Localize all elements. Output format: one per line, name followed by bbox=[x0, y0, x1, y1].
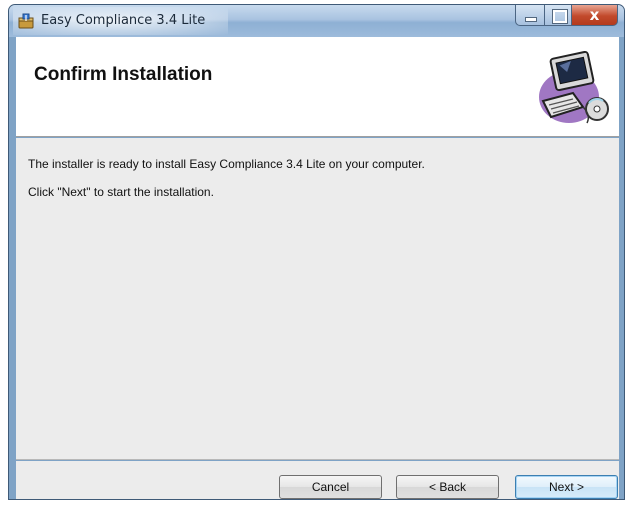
title-bar[interactable]: Easy Compliance 3.4 Lite x bbox=[9, 5, 624, 37]
wizard-footer: Cancel < Back Next > bbox=[16, 461, 619, 499]
minimize-button[interactable] bbox=[515, 5, 544, 26]
page-title: Confirm Installation bbox=[34, 64, 213, 85]
instruction-message: Click "Next" to start the installation. bbox=[28, 185, 214, 199]
wizard-header: Confirm Installation bbox=[16, 37, 619, 137]
ready-message: The installer is ready to install Easy C… bbox=[28, 157, 425, 171]
installer-app-icon[interactable] bbox=[17, 12, 35, 30]
wizard-content: The installer is ready to install Easy C… bbox=[16, 138, 619, 460]
installer-window: Easy Compliance 3.4 Lite x Confirm Insta… bbox=[8, 4, 625, 500]
computer-cd-icon bbox=[539, 50, 609, 124]
window-controls: x bbox=[515, 5, 618, 27]
next-button[interactable]: Next > bbox=[515, 475, 618, 499]
window-title: Easy Compliance 3.4 Lite bbox=[41, 13, 206, 28]
close-button[interactable]: x bbox=[571, 5, 618, 26]
close-icon: x bbox=[589, 6, 600, 24]
back-button[interactable]: < Back bbox=[396, 475, 499, 499]
cancel-button[interactable]: Cancel bbox=[279, 475, 382, 499]
maximize-button[interactable] bbox=[544, 5, 571, 26]
